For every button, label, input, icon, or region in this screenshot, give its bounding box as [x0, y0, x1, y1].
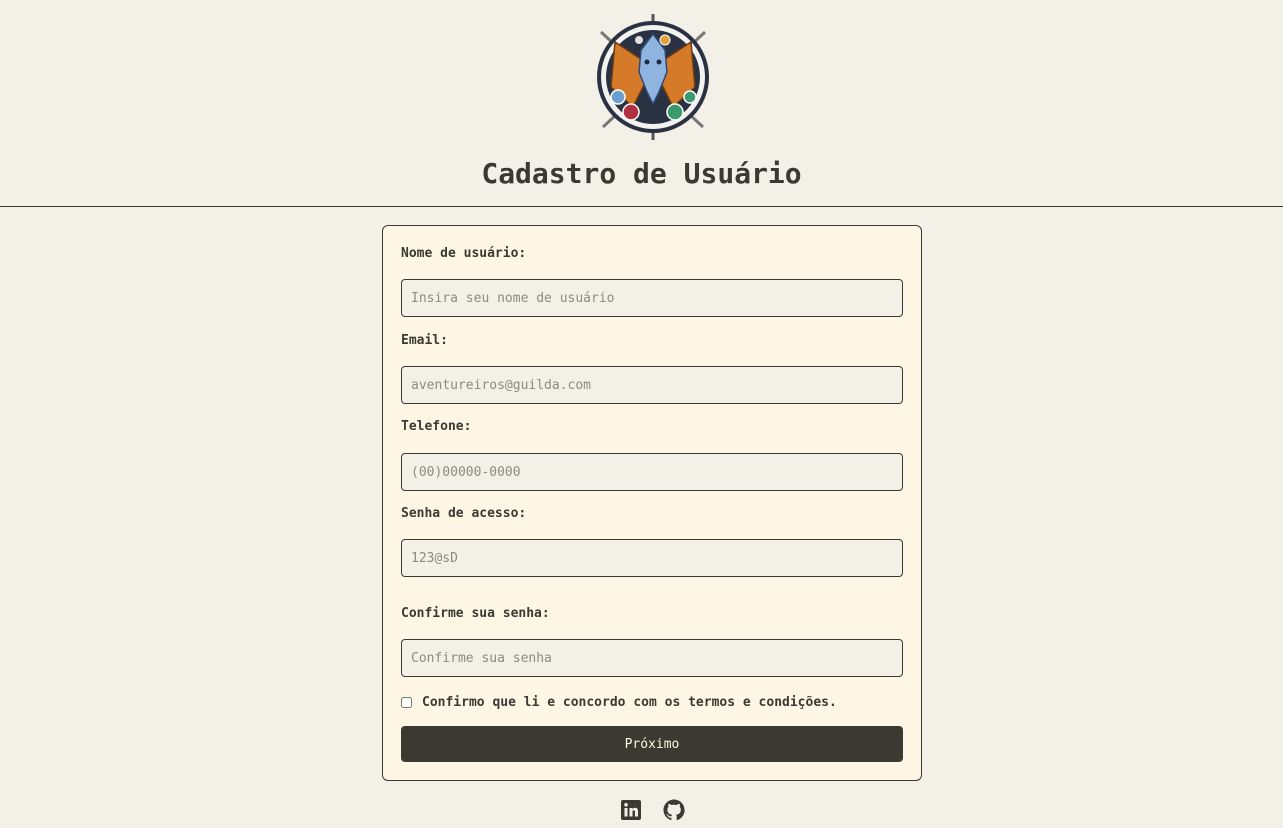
page-header: Cadastro de Usuário [0, 0, 1283, 207]
username-label: Nome de usuário: [401, 246, 527, 261]
terms-label: Confirmo que li e concordo com os termos… [422, 694, 837, 710]
registration-form: Nome de usuário: Email: Telefone: Senha … [382, 225, 922, 781]
phone-input[interactable] [401, 453, 903, 491]
email-input[interactable] [401, 366, 903, 404]
github-link[interactable] [662, 798, 686, 822]
confirm-password-label: Confirme sua senha: [401, 606, 550, 621]
confirm-password-input[interactable] [401, 639, 903, 677]
phone-label: Telefone: [401, 419, 472, 434]
password-label: Senha de acesso: [401, 506, 527, 521]
password-input[interactable] [401, 539, 903, 577]
linkedin-icon [621, 800, 641, 820]
terms-checkbox[interactable] [401, 696, 412, 708]
linkedin-link[interactable] [619, 798, 643, 822]
page-title: Cadastro de Usuário [481, 157, 802, 190]
email-label: Email: [401, 333, 448, 348]
next-button[interactable]: Próximo [401, 726, 903, 762]
username-input[interactable] [401, 279, 903, 317]
terms-row: Confirmo que li e concordo com os termos… [401, 693, 837, 711]
github-icon [663, 799, 685, 821]
dragon-logo [597, 14, 709, 140]
